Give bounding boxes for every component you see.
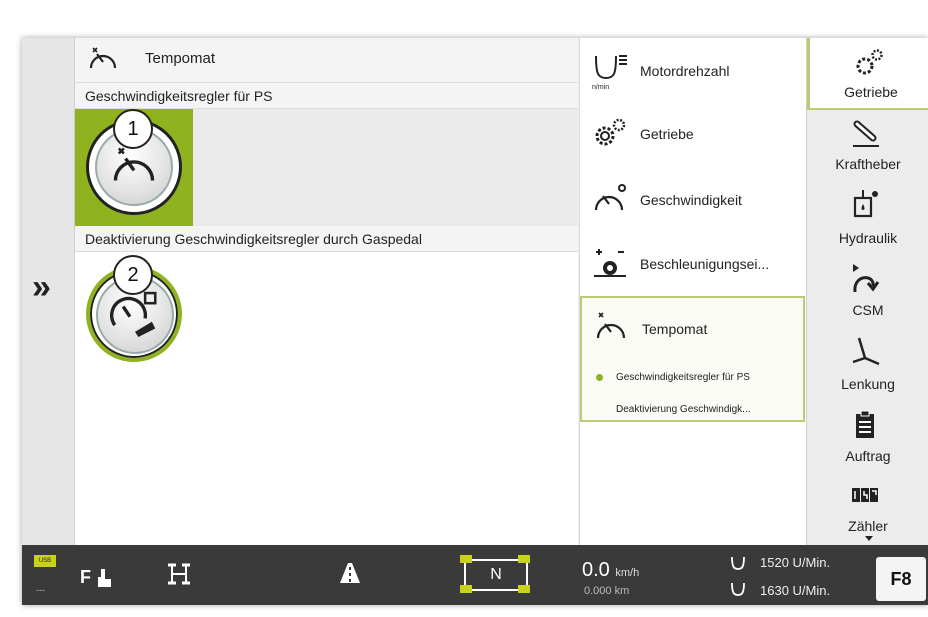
axle-icon[interactable] (164, 559, 194, 589)
engine-rpm-target: 1630 U/Min. (760, 583, 831, 598)
submenu-item-geschwindigkeit[interactable]: Geschwindigkeit (580, 166, 807, 228)
hydraulics-icon (853, 190, 878, 218)
wheel-indicator-icon (460, 555, 472, 563)
callout-1: 1 (113, 109, 153, 149)
speedometer-icon (594, 184, 626, 211)
category-auftrag[interactable]: Auftrag (807, 400, 928, 472)
category-hydraulik[interactable]: Hydraulik (807, 184, 928, 256)
gear-value: N (490, 566, 502, 583)
main-panel: Tempomat Geschwindigkeitsregler für PS D… (75, 38, 578, 545)
section-title-cruise-control-ps: Geschwindigkeitsregler für PS (75, 83, 578, 109)
gears-icon (856, 49, 883, 75)
speedometer-icon (89, 47, 117, 69)
scroll-down-icon[interactable] (865, 536, 873, 541)
submenu-label-motordrehzahl: Motordrehzahl (640, 63, 730, 79)
function-key-f8[interactable]: F8 (876, 557, 926, 601)
submenu-label-beschleunigung: Beschleunigungsei... (640, 256, 770, 272)
road-icon[interactable] (338, 561, 362, 585)
category-label-getriebe: Getriebe (844, 84, 898, 100)
hand-function-icon[interactable]: F (80, 559, 116, 591)
status-bar: USB --- F N 0.0 km/h 0.000 km 1520 U/Min… (22, 545, 928, 605)
counter-icon (852, 488, 878, 502)
category-label-hydraulik: Hydraulik (838, 230, 898, 246)
category-kraftheber[interactable]: Kraftheber (807, 112, 928, 184)
section-title-deactivation-gas-pedal: Deaktivierung Geschwindigkeitsregler dur… (75, 226, 578, 252)
right-category-bar: Getriebe Kraftheber Hydraulik CSM Lenkun… (806, 38, 928, 545)
category-zaehler[interactable]: Zähler (807, 472, 928, 544)
engine-speed-icon-caption: n/min (592, 84, 610, 91)
acceleration-icon (594, 249, 626, 277)
category-lenkung[interactable]: Lenkung (807, 328, 928, 400)
category-label-lenkung: Lenkung (841, 376, 895, 392)
submenu-label-tempomat: Tempomat (642, 321, 708, 337)
engine-speed-icon (595, 55, 627, 80)
svg-text:F: F (80, 567, 91, 587)
usb-status: --- (36, 585, 45, 595)
gears-icon (595, 118, 626, 146)
expand-chevron-icon[interactable]: » (32, 270, 51, 304)
category-label-csm: CSM (852, 302, 884, 318)
submenu-subitem-deactivation[interactable]: Deaktivierung Geschwindigk... (616, 404, 751, 415)
distance-display: 0.000 km (584, 585, 630, 597)
category-getriebe[interactable]: Getriebe (807, 38, 928, 110)
category-label-kraftheber: Kraftheber (835, 156, 901, 172)
engine-speed-icon (731, 556, 745, 570)
engine-rpm-actual: 1520 U/Min. (760, 555, 831, 570)
submenu-item-tempomat-active[interactable]: Tempomat Geschwindigkeitsregler für PS D… (580, 296, 805, 422)
submenu-item-motordrehzahl[interactable]: n/min Motordrehzahl (580, 40, 807, 102)
category-label-zaehler: Zähler (848, 518, 888, 534)
active-subitem-dot (596, 374, 603, 381)
speedometer-pedal-icon (109, 291, 157, 337)
speed-display: 0.0 km/h (582, 559, 639, 582)
callout-2: 2 (113, 255, 153, 295)
submenu-item-getriebe[interactable]: Getriebe (580, 102, 807, 164)
page-title: Tempomat (145, 50, 216, 67)
wheel-indicator-icon (518, 555, 530, 563)
engine-speed-target-icon (731, 582, 745, 596)
csm-icon (853, 264, 880, 293)
left-collapse-bar[interactable]: » (22, 38, 75, 545)
category-label-auftrag: Auftrag (845, 448, 891, 464)
usb-icon[interactable]: USB (34, 555, 56, 567)
steering-icon (852, 337, 880, 366)
submenu-label-geschwindigkeit: Geschwindigkeit (640, 192, 742, 208)
wheel-indicator-icon (518, 585, 530, 593)
submenu-item-beschleunigung[interactable]: Beschleunigungsei... (580, 230, 807, 292)
speedometer-icon (596, 312, 626, 339)
hitch-icon (853, 120, 879, 147)
submenu-label-getriebe: Getriebe (640, 126, 694, 142)
page-header: Tempomat (75, 38, 578, 83)
submenu-subitem-cruise-control-ps[interactable]: Geschwindigkeitsregler für PS (616, 372, 750, 383)
wheel-indicator-icon (460, 585, 472, 593)
speed-unit: km/h (615, 567, 640, 579)
submenu-panel: n/min Motordrehzahl Getriebe Geschwindig… (579, 38, 807, 545)
clipboard-icon (856, 410, 874, 438)
speed-value: 0.0 (582, 559, 610, 581)
gear-indicator: N (460, 555, 530, 593)
category-csm[interactable]: CSM (807, 256, 928, 328)
